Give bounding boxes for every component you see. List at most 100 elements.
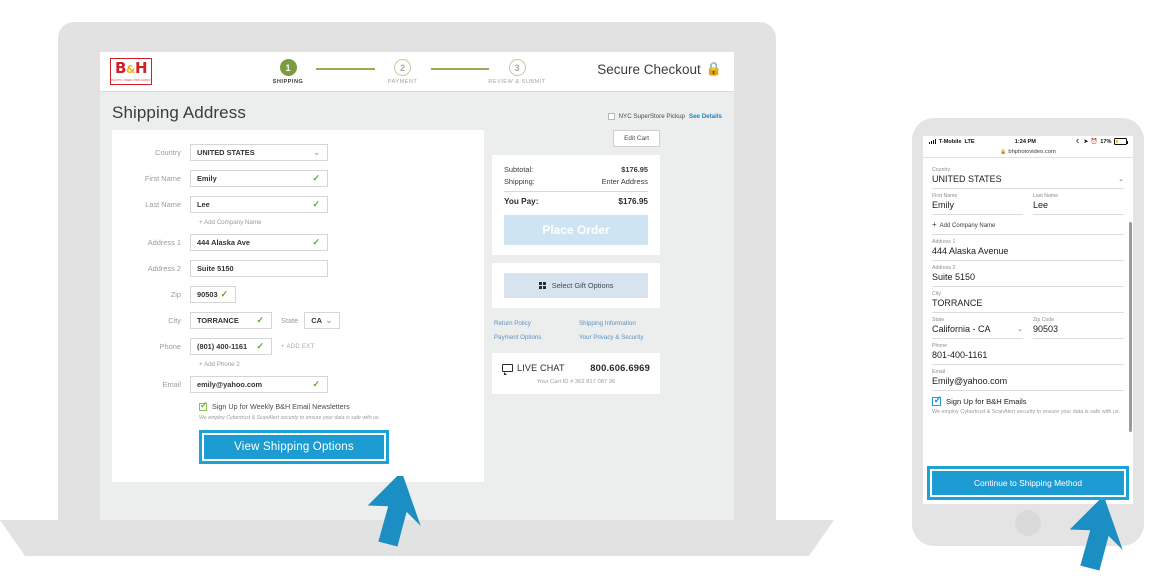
- shipping-row: Shipping: Enter Address: [504, 177, 648, 186]
- site-header: B&H PHOTO VIDEO PRO AUDIO 1 SHIPPING 2 P…: [100, 52, 734, 92]
- chat-bubble-icon: [502, 363, 513, 375]
- field-row-address1: Address 1 444 Alaska Ave ✓: [118, 234, 468, 251]
- add-company-name-link[interactable]: + Add Company Name: [199, 219, 468, 226]
- mobile-add-company-label: Add Company Name: [939, 223, 996, 229]
- state-select[interactable]: CA ⌄: [304, 312, 341, 329]
- first-name-input[interactable]: Emily ✓: [190, 170, 328, 187]
- mobile-country-value: UNITED STATES: [932, 174, 1002, 184]
- lock-icon: 🔒: [705, 61, 722, 76]
- mobile-field-country[interactable]: Country UNITED STATES ⌄: [932, 163, 1124, 189]
- link-privacy-security[interactable]: Your Privacy & Security: [579, 334, 658, 341]
- mobile-phone-label: Phone: [932, 343, 948, 349]
- step-review[interactable]: 3 REVIEW & SUBMIT: [488, 57, 545, 85]
- continue-to-shipping-method-button[interactable]: Continue to Shipping Method: [932, 471, 1124, 495]
- superstore-pickup-option[interactable]: NYC SuperStore Pickup See Details: [607, 113, 722, 123]
- step-shipping[interactable]: 1 SHIPPING: [260, 57, 316, 85]
- home-button[interactable]: [1015, 510, 1041, 536]
- phone-label: Phone: [159, 342, 181, 351]
- phone-value: (801) 400-1161: [197, 342, 248, 351]
- mobile-add-company-link[interactable]: + Add Company Name: [932, 215, 1124, 235]
- total-row: You Pay: $176.95: [504, 197, 648, 206]
- field-row-city-state: City TORRANCE ✓ State CA ⌄: [118, 312, 468, 329]
- place-order-button[interactable]: Place Order: [504, 215, 648, 245]
- phone-input[interactable]: (801) 400-1161 ✓: [190, 338, 272, 355]
- mobile-name-row: First Name Emily Last Name Lee: [932, 189, 1124, 215]
- shipping-label: Shipping:: [504, 177, 535, 186]
- mobile-address2-value: Suite 5150: [932, 272, 976, 282]
- live-chat-row: LIVE CHAT 800.606.6969: [502, 362, 650, 375]
- check-icon: ✓: [312, 237, 320, 247]
- support-phone-number[interactable]: 800.606.6969: [590, 362, 650, 373]
- state-value: CA: [311, 316, 322, 325]
- mobile-field-email[interactable]: Email Emily@yahoo.com: [932, 365, 1124, 391]
- mobile-status-bar: T-Mobile LTE 1:24 PM ☾ ➤ ⏰ 17%: [923, 136, 1133, 147]
- city-label: City: [168, 316, 181, 325]
- last-name-label: Last Name: [145, 200, 181, 209]
- last-name-input[interactable]: Lee ✓: [190, 196, 328, 213]
- newsletter-signup-row[interactable]: Sign Up for Weekly B&H Email Newsletters: [199, 401, 468, 411]
- scrollbar-thumb[interactable]: [1129, 222, 1132, 432]
- mobile-field-address2[interactable]: Address 2 Suite 5150: [932, 261, 1124, 287]
- add-phone2-link[interactable]: + Add Phone 2: [199, 361, 468, 368]
- email-value: emily@yahoo.com: [197, 380, 263, 389]
- city-value: TORRANCE: [197, 316, 239, 325]
- email-input[interactable]: emily@yahoo.com ✓: [190, 376, 328, 393]
- link-payment-options[interactable]: Payment Options: [494, 334, 573, 341]
- laptop-mockup: B&H PHOTO VIDEO PRO AUDIO 1 SHIPPING 2 P…: [0, 22, 834, 556]
- checkout-columns: Country UNITED STATES ⌄ First Name Emily…: [100, 130, 734, 482]
- edit-cart-button[interactable]: Edit Cart: [613, 130, 660, 147]
- bh-logo[interactable]: B&H PHOTO VIDEO PRO AUDIO: [110, 58, 152, 85]
- mobile-newsletter-row[interactable]: Sign Up for B&H Emails: [932, 391, 1124, 409]
- plus-icon: +: [932, 220, 937, 229]
- newsletter-label: Sign Up for Weekly B&H Email Newsletters: [212, 402, 350, 411]
- mobile-field-address1[interactable]: Address 1 444 Alaska Avenue: [932, 235, 1124, 261]
- bh-logo-text: B&H: [114, 59, 148, 77]
- page-title: Shipping Address: [112, 103, 246, 122]
- superstore-checkbox[interactable]: [607, 113, 615, 120]
- mobile-first-name-label: First Name: [932, 193, 958, 199]
- edit-cart-wrap: Edit Cart: [492, 130, 660, 147]
- page-title-row: Shipping Address NYC SuperStore Pickup S…: [112, 103, 722, 123]
- step-1-label: SHIPPING: [272, 79, 304, 85]
- subtotal-row: Subtotal: $176.95: [504, 165, 648, 174]
- mobile-field-first-name[interactable]: First Name Emily: [932, 189, 1023, 215]
- mobile-field-zip[interactable]: Zip Code 90503: [1033, 313, 1124, 339]
- mobile-field-last-name[interactable]: Last Name Lee: [1033, 189, 1124, 215]
- address1-value: 444 Alaska Ave: [197, 238, 251, 247]
- select-gift-options-button[interactable]: Select Gift Options: [504, 273, 648, 298]
- mobile-field-state[interactable]: State California - CA ⌄: [932, 313, 1023, 339]
- mobile-country-select[interactable]: UNITED STATES ⌄: [932, 174, 1124, 184]
- signal-bars-icon: [929, 139, 936, 144]
- link-return-policy[interactable]: Return Policy: [494, 320, 573, 327]
- mobile-state-zip-row: State California - CA ⌄ Zip Code 90503: [932, 313, 1124, 339]
- gift-options-label: Select Gift Options: [551, 281, 614, 290]
- lock-icon: 🔒: [1000, 149, 1007, 155]
- mobile-url-bar[interactable]: 🔒 bhphotovideo.com: [923, 147, 1133, 158]
- see-details-link[interactable]: See Details: [689, 113, 722, 120]
- mobile-state-select[interactable]: California - CA ⌄: [932, 324, 1023, 334]
- chevron-down-icon: ⌄: [325, 316, 333, 325]
- step-2-circle: 2: [394, 59, 411, 76]
- step-payment[interactable]: 2 PAYMENT: [375, 57, 431, 85]
- mobile-state-value: California - CA: [932, 324, 991, 334]
- add-ext-link[interactable]: + ADD EXT: [281, 344, 315, 350]
- address2-input[interactable]: Suite 5150: [190, 260, 328, 277]
- battery-percent: 17%: [1100, 138, 1112, 145]
- mobile-field-phone[interactable]: Phone 801-400-1161: [932, 339, 1124, 365]
- view-shipping-options-button[interactable]: View Shipping Options: [204, 435, 384, 459]
- address1-input[interactable]: 444 Alaska Ave ✓: [190, 234, 328, 251]
- field-row-first-name: First Name Emily ✓: [118, 170, 468, 187]
- mobile-city-value: TORRANCE: [932, 298, 983, 308]
- cart-id-text: Your Cart ID # 362 817 087 36: [536, 379, 616, 385]
- step-2-label: PAYMENT: [387, 79, 418, 85]
- live-chat-button[interactable]: LIVE CHAT: [502, 363, 565, 375]
- link-shipping-information[interactable]: Shipping Information: [579, 320, 658, 327]
- zip-input[interactable]: 90503 ✓: [190, 286, 236, 303]
- check-icon: ✓: [220, 289, 228, 299]
- newsletter-checkbox[interactable]: [199, 401, 208, 411]
- mobile-field-city[interactable]: City TORRANCE: [932, 287, 1124, 313]
- country-select[interactable]: UNITED STATES ⌄: [190, 144, 328, 161]
- mobile-newsletter-checkbox[interactable]: [932, 396, 942, 406]
- mobile-address1-value: 444 Alaska Avenue: [932, 246, 1009, 256]
- city-input[interactable]: TORRANCE ✓: [190, 312, 272, 329]
